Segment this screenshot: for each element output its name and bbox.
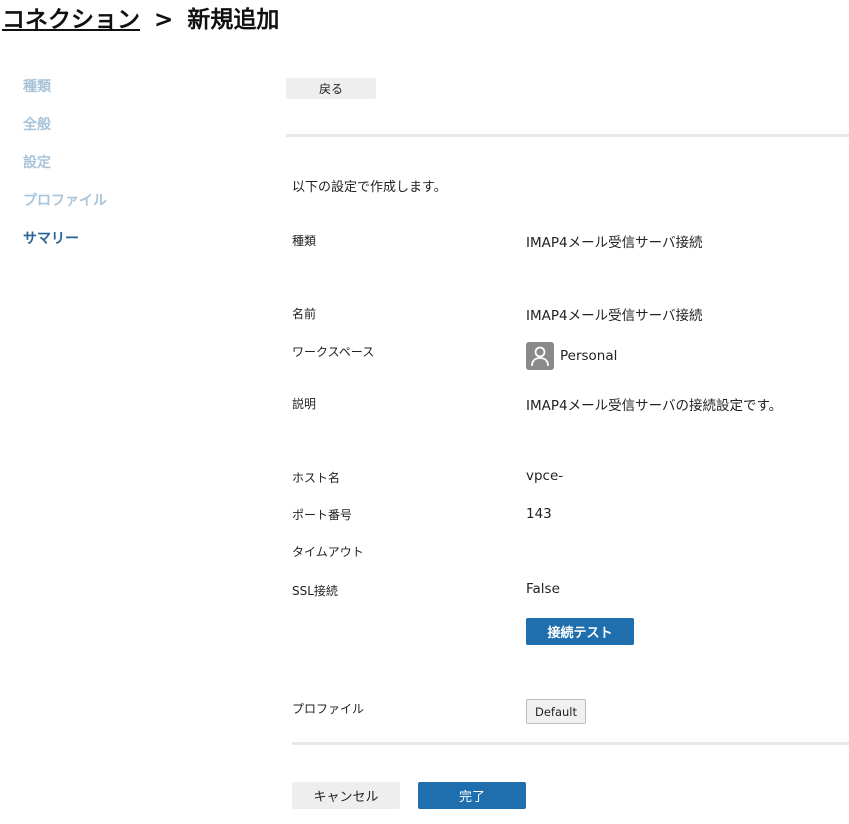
- ssl-value: False: [526, 581, 560, 597]
- workspace-label: ワークスペース: [292, 345, 375, 359]
- host-value: vpce-: [526, 468, 564, 484]
- wizard-steps: 種類 全般 設定 プロファイル サマリー: [23, 78, 107, 268]
- description-label: 説明: [292, 397, 317, 411]
- step-settings[interactable]: 設定: [23, 154, 107, 192]
- cancel-button[interactable]: キャンセル: [292, 782, 400, 809]
- description-value: IMAP4メール受信サーバの接続設定です。: [526, 398, 783, 414]
- ssl-label: SSL接続: [292, 584, 338, 598]
- profile-label: プロファイル: [292, 702, 365, 716]
- breadcrumb-current: 新規追加: [187, 7, 280, 33]
- workspace-name: Personal: [560, 348, 618, 364]
- type-label: 種類: [292, 234, 317, 248]
- profile-default-button[interactable]: Default: [526, 699, 586, 724]
- finish-button[interactable]: 完了: [418, 782, 526, 809]
- breadcrumb-separator: >: [154, 7, 174, 33]
- step-summary: サマリー: [23, 231, 79, 247]
- back-button[interactable]: 戻る: [286, 78, 376, 99]
- divider-top: [286, 134, 849, 137]
- workspace-value: Personal: [526, 342, 617, 370]
- divider-bottom: [292, 742, 849, 745]
- breadcrumb-connections-link[interactable]: コネクション: [2, 7, 140, 33]
- intro-text: 以下の設定で作成します。: [292, 180, 447, 195]
- type-value: IMAP4メール受信サーバ接続: [526, 235, 703, 251]
- step-profile[interactable]: プロファイル: [23, 192, 107, 230]
- connection-test-button[interactable]: 接続テスト: [526, 618, 634, 645]
- timeout-label: タイムアウト: [292, 545, 364, 559]
- step-type[interactable]: 種類: [23, 78, 107, 116]
- port-label: ポート番号: [292, 508, 353, 522]
- name-label: 名前: [292, 307, 317, 321]
- host-label: ホスト名: [292, 471, 341, 485]
- page-title: コネクション > 新規追加: [2, 0, 280, 33]
- step-general[interactable]: 全般: [23, 116, 107, 154]
- name-value: IMAP4メール受信サーバ接続: [526, 308, 703, 324]
- user-icon: [526, 342, 554, 370]
- port-value: 143: [526, 506, 552, 522]
